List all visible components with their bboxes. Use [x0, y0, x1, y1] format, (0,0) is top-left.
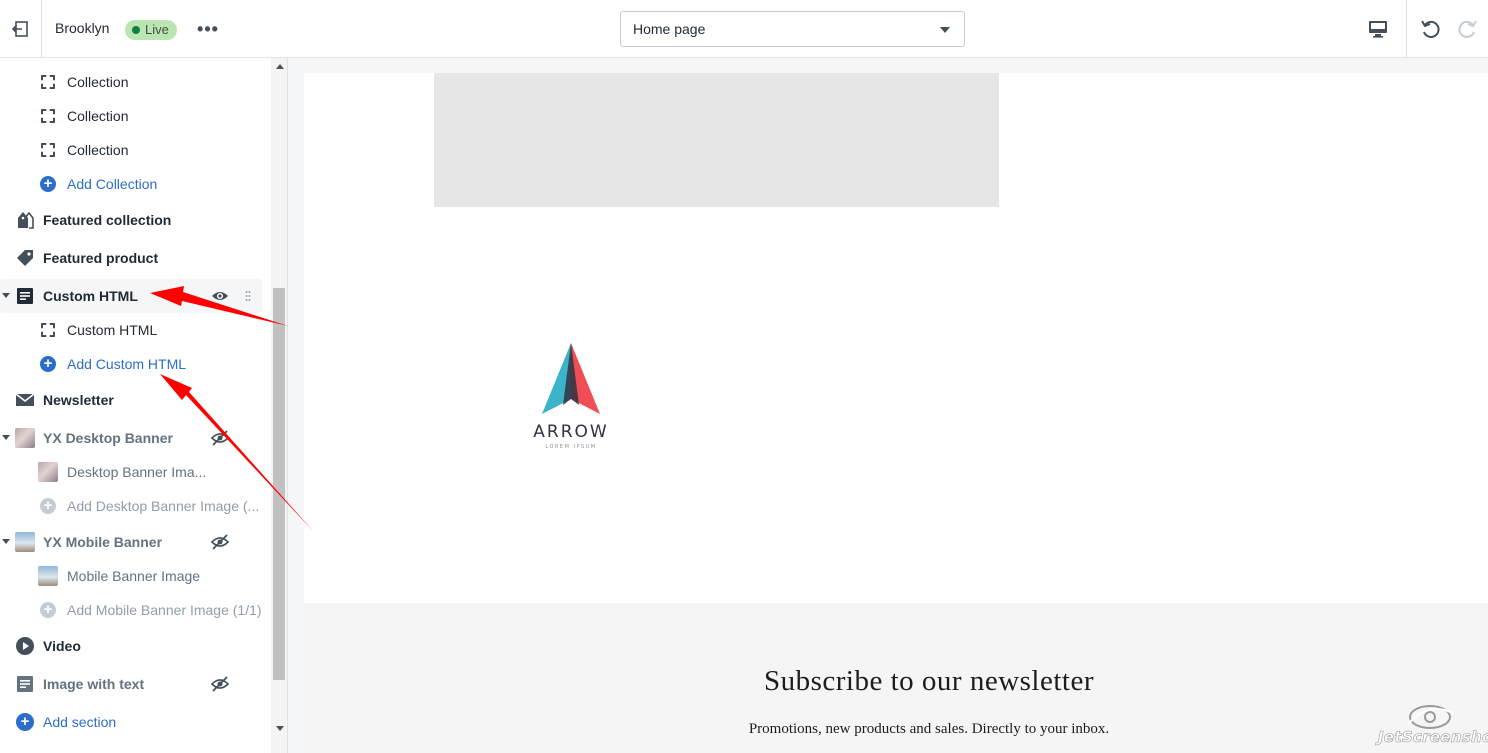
scrollbar-thumb[interactable] [273, 288, 285, 680]
storefront-preview[interactable]: ARROW LOREM IPSUM Subscribe to our newsl… [304, 73, 1488, 753]
chevron-down-icon [940, 27, 950, 33]
section-featured-product[interactable]: Featured product [0, 241, 262, 275]
envelope-icon [15, 390, 35, 410]
text-block-icon [15, 674, 35, 694]
plus-circle-icon: + [38, 354, 58, 374]
add-label: Add Collection [67, 176, 158, 192]
undo-button[interactable] [1418, 16, 1444, 42]
image-thumbnail-icon [38, 566, 58, 586]
plus-circle-icon: + [15, 712, 35, 732]
custom-html-icon [15, 286, 35, 306]
plus-circle-icon: + [38, 600, 58, 620]
add-section-button[interactable]: + Add section [0, 705, 262, 739]
caret-down-icon [2, 293, 10, 298]
section-label: YX Desktop Banner [43, 430, 173, 446]
desktop-icon [1369, 21, 1387, 38]
newsletter-title: Subscribe to our newsletter [763, 665, 1094, 697]
add-collection-button[interactable]: + Add Collection [0, 167, 262, 201]
page-select-dropdown[interactable]: Home page [620, 11, 965, 47]
newsletter-subtitle: Promotions, new products and sales. Dire… [748, 721, 1110, 737]
ellipsis-icon: ••• [197, 18, 219, 39]
block-custom-html[interactable]: Custom HTML [0, 313, 262, 347]
add-label: Add section [43, 714, 117, 730]
plus-circle-icon: + [38, 496, 58, 516]
page-select-value: Home page [633, 21, 706, 37]
section-yx-desktop-banner[interactable]: YX Desktop Banner [0, 421, 262, 455]
section-video[interactable]: Video [0, 629, 262, 663]
section-label: Video [43, 638, 81, 654]
block-mobile-banner-image[interactable]: Mobile Banner Image [0, 559, 262, 593]
section-image-with-text[interactable]: Image with text [0, 667, 262, 701]
image-thumbnail-icon [15, 532, 35, 552]
play-icon [15, 636, 35, 656]
eye-off-icon[interactable] [210, 674, 230, 694]
drag-handle-icon[interactable] [242, 286, 254, 306]
block-desktop-banner-image[interactable]: Desktop Banner Ima... [0, 455, 262, 489]
section-label: YX Mobile Banner [43, 534, 163, 550]
logo-name: ARROW [533, 422, 608, 442]
section-custom-html[interactable]: Custom HTML [0, 279, 262, 313]
section-featured-collection[interactable]: Featured collection [0, 203, 262, 237]
section-label: Image with text [43, 676, 145, 692]
watermark-text: JetScreenshot [1378, 728, 1488, 747]
block-label: Collection [67, 74, 129, 90]
block-collection-3[interactable]: Collection [0, 133, 262, 167]
block-collection-2[interactable]: Collection [0, 99, 262, 133]
add-label: Add Desktop Banner Image (... [67, 498, 260, 514]
block-label: Collection [67, 108, 129, 124]
more-actions-button[interactable]: ••• [196, 17, 220, 41]
desktop-view-button[interactable] [1362, 14, 1394, 44]
eye-off-icon[interactable] [210, 532, 230, 552]
add-desktop-banner-image-button[interactable]: + Add Desktop Banner Image (... [0, 489, 262, 523]
image-thumbnail-icon [15, 428, 35, 448]
live-status-badge: Live [125, 20, 177, 40]
block-icon [38, 140, 58, 160]
block-icon [38, 72, 58, 92]
caret-down-icon [2, 539, 10, 544]
divider [1406, 0, 1407, 58]
section-newsletter[interactable]: Newsletter [0, 383, 262, 417]
eye-icon[interactable] [210, 286, 230, 306]
image-placeholder [434, 73, 999, 207]
newsletter-section: Subscribe to our newsletter Promotions, … [304, 603, 1488, 753]
scroll-down-arrow-icon[interactable] [271, 719, 287, 736]
caret-down-icon [2, 435, 10, 440]
redo-button[interactable] [1454, 16, 1480, 42]
top-bar: Brooklyn Live ••• Home page [0, 0, 1488, 58]
sections-sidebar: Collection Collection Collection + Add C… [0, 58, 288, 753]
tag-icon [15, 248, 35, 268]
block-icon [38, 320, 58, 340]
block-label: Custom HTML [67, 322, 158, 338]
block-label: Collection [67, 142, 129, 158]
section-label: Featured product [43, 250, 159, 266]
collection-icon [15, 210, 35, 230]
add-custom-html-button[interactable]: + Add Custom HTML [0, 347, 262, 381]
block-label: Desktop Banner Ima... [67, 464, 207, 480]
arrow-logo: ARROW LOREM IPSUM [533, 343, 608, 450]
section-yx-mobile-banner[interactable]: YX Mobile Banner [0, 525, 262, 559]
image-thumbnail-icon [38, 462, 58, 482]
eye-off-icon[interactable] [210, 428, 230, 448]
logo-tagline: LOREM IPSUM [545, 444, 596, 450]
add-label: Add Mobile Banner Image (1/1) [67, 602, 262, 618]
section-label: Newsletter [43, 392, 114, 408]
exit-editor-button[interactable] [0, 0, 42, 58]
block-collection-1[interactable]: Collection [0, 65, 262, 99]
undo-icon [1421, 20, 1440, 38]
section-label: Featured collection [43, 212, 172, 228]
add-mobile-banner-image-button[interactable]: + Add Mobile Banner Image (1/1) [0, 593, 262, 627]
scroll-up-arrow-icon[interactable] [271, 58, 287, 75]
section-label: Custom HTML [43, 288, 138, 304]
add-label: Add Custom HTML [67, 356, 187, 372]
block-label: Mobile Banner Image [67, 568, 201, 584]
theme-name: Brooklyn [55, 20, 110, 36]
plus-circle-icon: + [38, 174, 58, 194]
redo-icon [1458, 20, 1477, 38]
block-icon [38, 106, 58, 126]
exit-icon [11, 21, 28, 37]
